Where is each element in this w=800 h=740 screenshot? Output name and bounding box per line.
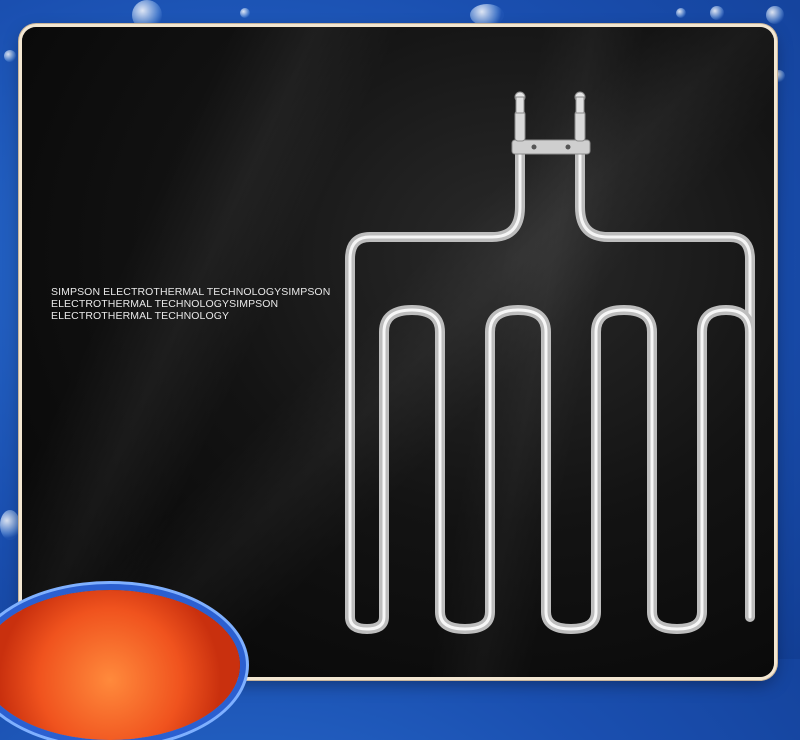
bubble-decoration — [766, 6, 784, 24]
bubble-decoration — [710, 6, 724, 20]
bubble-decoration — [4, 50, 16, 62]
heating-tube — [575, 142, 755, 622]
bubble-decoration — [773, 70, 785, 82]
mounting-bracket — [511, 139, 591, 155]
bubble-decoration — [676, 8, 686, 18]
product-card: SIMPSON ELECTROTHERMAL TECHNOLOGYSIMPSON… — [22, 27, 774, 677]
bubble-decoration — [132, 0, 162, 30]
terminal-pin — [574, 110, 586, 142]
heating-tube-loops — [345, 305, 755, 634]
bubble-decoration — [240, 8, 250, 18]
orange-badge-decoration — [0, 590, 240, 740]
terminal-pin — [514, 110, 526, 142]
bubble-decoration — [470, 4, 504, 26]
heating-element-image — [345, 91, 755, 634]
bubble-decoration — [0, 510, 20, 540]
